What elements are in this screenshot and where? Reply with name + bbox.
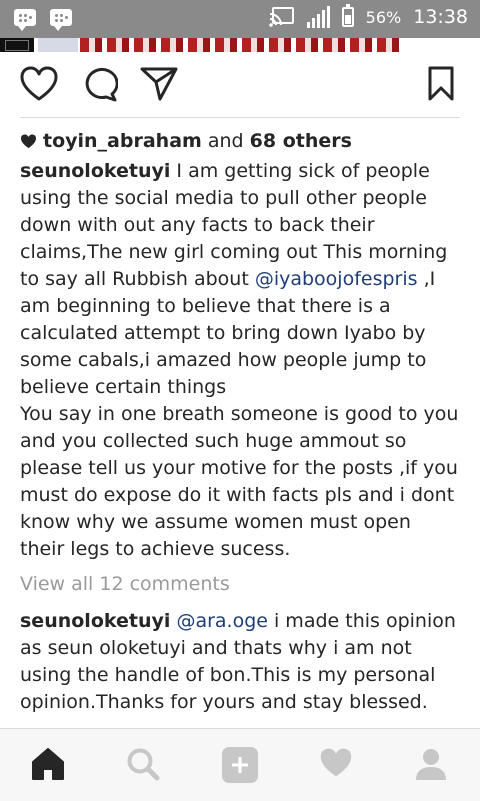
clock: 13:38 xyxy=(413,6,468,28)
bottom-navigation xyxy=(0,728,480,801)
post-image-caption-strip xyxy=(38,38,78,52)
home-icon[interactable] xyxy=(30,747,66,781)
likes-connector: and xyxy=(201,130,250,152)
small-heart-icon xyxy=(21,133,36,148)
profile-icon[interactable] xyxy=(414,747,448,781)
battery-icon xyxy=(341,4,354,27)
notification-icons xyxy=(14,9,72,31)
comment: seunoloketuyi @ara.oge i made this opini… xyxy=(20,608,460,716)
comment-icon[interactable] xyxy=(82,66,118,102)
heart-icon[interactable] xyxy=(20,66,58,102)
activity-heart-icon[interactable] xyxy=(319,747,353,779)
post-caption: seunoloketuyi I am getting sick of peopl… xyxy=(20,158,460,563)
comment-username[interactable]: seunoloketuyi xyxy=(20,610,170,632)
system-icons: 56% 13:38 xyxy=(268,4,468,28)
add-post-icon[interactable] xyxy=(222,747,258,783)
signal-icon xyxy=(306,6,330,28)
caption-mention[interactable]: @iyaboojofespris xyxy=(255,268,418,290)
caption-paragraph-2: You say in one breath someone is good to… xyxy=(20,403,459,560)
post-image[interactable] xyxy=(0,38,480,52)
post-image-pattern xyxy=(80,38,400,52)
likes-others[interactable]: 68 others xyxy=(250,130,352,152)
bbm-icon xyxy=(14,9,36,31)
liker-username[interactable]: toyin_abraham xyxy=(43,130,202,152)
bookmark-icon[interactable] xyxy=(428,66,454,102)
action-divider xyxy=(20,117,460,118)
status-bar: 56% 13:38 xyxy=(0,0,480,38)
bbm-icon xyxy=(50,9,72,31)
post-action-bar xyxy=(0,52,480,116)
search-icon[interactable] xyxy=(126,747,160,781)
view-all-comments-link[interactable]: View all 12 comments xyxy=(20,573,230,595)
comment-mention[interactable]: @ara.oge xyxy=(176,610,268,632)
likes-summary[interactable]: toyin_abraham and 68 others xyxy=(20,130,352,152)
caption-username[interactable]: seunoloketuyi xyxy=(20,160,170,182)
battery-percent: 56% xyxy=(365,7,402,27)
post-image-thumbnail xyxy=(0,38,34,52)
share-icon[interactable] xyxy=(140,66,178,102)
cast-icon xyxy=(268,7,294,27)
